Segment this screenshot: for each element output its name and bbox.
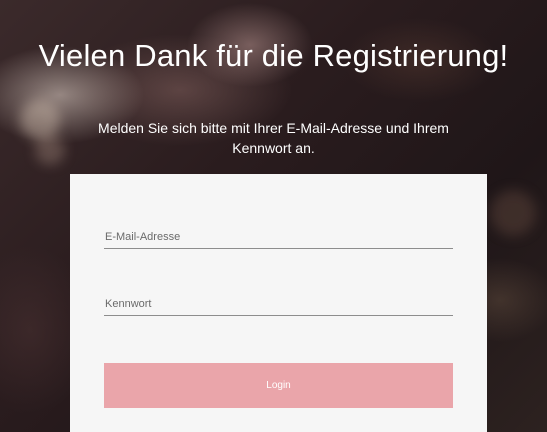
page-title: Vielen Dank für die Registrierung! [38,38,509,73]
bokeh-light [490,190,536,236]
login-card: Login [70,174,487,432]
email-field[interactable] [104,231,453,248]
bokeh-light [35,135,65,165]
bokeh-light [20,100,60,140]
login-button[interactable]: Login [104,363,453,408]
page-subtitle: Melden Sie sich bitte mit Ihrer E-Mail-A… [98,120,449,156]
email-field-wrapper [104,231,453,249]
password-field[interactable] [104,298,453,315]
password-field-wrapper [104,298,453,316]
